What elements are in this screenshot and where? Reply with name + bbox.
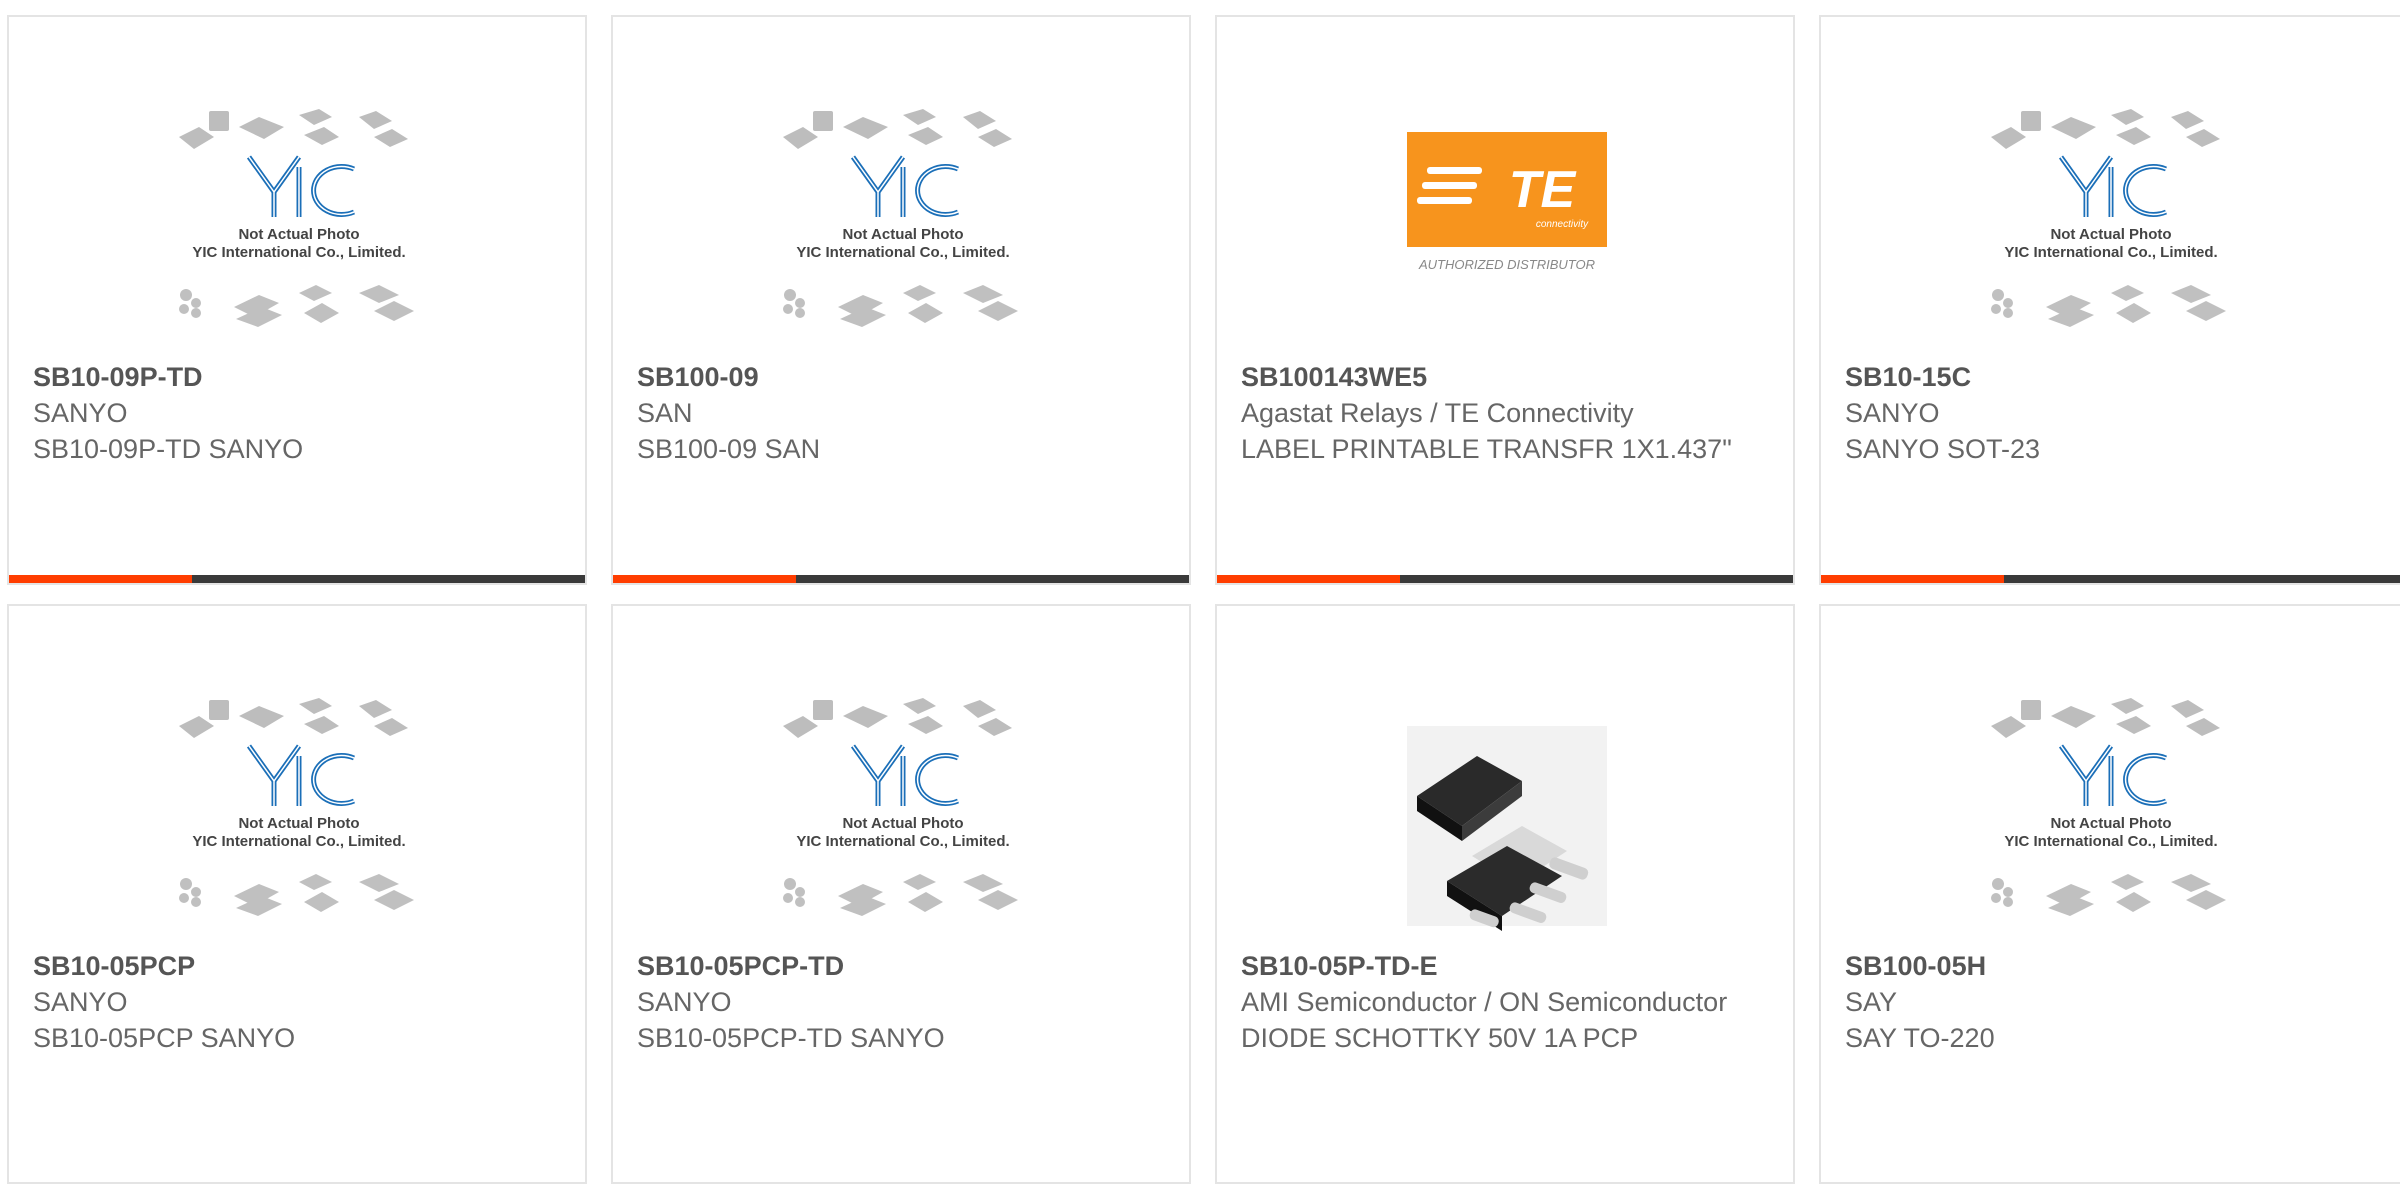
svg-text:YIC International Co., Limited: YIC International Co., Limited. bbox=[796, 244, 1009, 261]
product-description: DIODE SCHOTTKY 50V 1A PCP bbox=[1241, 1023, 1639, 1053]
product-part-number-link[interactable]: SB100143WE5 bbox=[1241, 359, 1781, 395]
product-description: SAY TO-220 bbox=[1845, 1023, 1995, 1053]
product-manufacturer: SANYO bbox=[1845, 398, 1940, 428]
card-bottom-bar bbox=[1217, 575, 1793, 583]
product-image[interactable]: Not Actual Photo YIC International Co., … bbox=[164, 686, 434, 956]
placeholder-photo: Not Actual Photo YIC International Co., … bbox=[179, 109, 414, 327]
product-image[interactable]: Not Actual Photo YIC International Co., … bbox=[164, 97, 434, 367]
card-accent-bar bbox=[1821, 575, 2004, 583]
product-card[interactable]: Not Actual Photo YIC International Co., … bbox=[611, 15, 1191, 585]
card-accent-bar bbox=[613, 575, 796, 583]
sot89-chip-photo bbox=[1407, 726, 1607, 931]
product-description: SB10-05PCP-TD SANYO bbox=[637, 1023, 945, 1053]
svg-text:Not Actual Photo: Not Actual Photo bbox=[842, 226, 963, 243]
product-image[interactable]: Not Actual Photo YIC International Co., … bbox=[768, 97, 1038, 367]
product-image[interactable] bbox=[1372, 686, 1642, 956]
card-bottom-bar bbox=[1821, 575, 2400, 583]
product-description: SB10-09P-TD SANYO bbox=[33, 434, 304, 464]
card-accent-bar bbox=[9, 575, 192, 583]
svg-text:Not Actual Photo: Not Actual Photo bbox=[238, 815, 359, 832]
product-manufacturer: SANYO bbox=[33, 398, 128, 428]
product-manufacturer: AMI Semiconductor / ON Semiconductor bbox=[1241, 987, 1728, 1017]
product-manufacturer: SANYO bbox=[637, 987, 732, 1017]
svg-text:YIC International Co., Limited: YIC International Co., Limited. bbox=[796, 833, 1009, 850]
svg-text:Not Actual Photo: Not Actual Photo bbox=[238, 226, 359, 243]
product-manufacturer: Agastat Relays / TE Connectivity bbox=[1241, 398, 1634, 428]
svg-text:connectivity: connectivity bbox=[1536, 219, 1589, 230]
svg-text:AUTHORIZED DISTRIBUTOR: AUTHORIZED DISTRIBUTOR bbox=[1418, 257, 1595, 272]
product-manufacturer: SANYO bbox=[33, 987, 128, 1017]
placeholder-photo: Not Actual Photo YIC International Co., … bbox=[179, 698, 414, 916]
te-connectivity-logo: TE connectivity AUTHORIZED DISTRIBUTOR bbox=[1407, 132, 1607, 272]
svg-text:YIC International Co., Limited: YIC International Co., Limited. bbox=[2004, 244, 2217, 261]
product-image[interactable]: Not Actual Photo YIC International Co., … bbox=[1976, 686, 2246, 956]
card-accent-bar bbox=[1217, 575, 1400, 583]
product-description: SB10-05PCP SANYO bbox=[33, 1023, 296, 1053]
svg-text:TE: TE bbox=[1509, 161, 1577, 219]
svg-text:YIC International Co., Limited: YIC International Co., Limited. bbox=[192, 833, 405, 850]
product-description: SB100-09 SAN bbox=[637, 434, 821, 464]
product-part-number-link[interactable]: SB100-09 bbox=[637, 359, 1177, 395]
card-bottom-bar bbox=[9, 575, 585, 583]
product-card[interactable]: Not Actual Photo YIC International Co., … bbox=[1819, 604, 2400, 1184]
placeholder-photo: Not Actual Photo YIC International Co., … bbox=[783, 698, 1018, 916]
product-manufacturer: SAY bbox=[1845, 987, 1898, 1017]
svg-text:YIC International Co., Limited: YIC International Co., Limited. bbox=[2004, 833, 2217, 850]
svg-text:Not Actual Photo: Not Actual Photo bbox=[842, 815, 963, 832]
product-card[interactable]: SB10-05P-TD-E AMI Semiconductor / ON Sem… bbox=[1215, 604, 1795, 1184]
product-image[interactable]: Not Actual Photo YIC International Co., … bbox=[1976, 97, 2246, 367]
product-part-number-link[interactable]: SB10-15C bbox=[1845, 359, 2385, 395]
svg-text:YIC International Co., Limited: YIC International Co., Limited. bbox=[192, 244, 405, 261]
product-image[interactable]: TE connectivity AUTHORIZED DISTRIBUTOR bbox=[1372, 97, 1642, 367]
product-manufacturer: SAN bbox=[637, 398, 693, 428]
product-part-number-link[interactable]: SB100-05H bbox=[1845, 948, 2385, 984]
product-description: LABEL PRINTABLE TRANSFR 1X1.437" bbox=[1241, 434, 1732, 464]
product-part-number-link[interactable]: SB10-05PCP-TD bbox=[637, 948, 1177, 984]
product-image[interactable]: Not Actual Photo YIC International Co., … bbox=[768, 686, 1038, 956]
product-part-number-link[interactable]: SB10-05P-TD-E bbox=[1241, 948, 1781, 984]
product-card[interactable]: Not Actual Photo YIC International Co., … bbox=[1819, 15, 2400, 585]
placeholder-photo: Not Actual Photo YIC International Co., … bbox=[1991, 698, 2226, 916]
svg-text:Not Actual Photo: Not Actual Photo bbox=[2050, 226, 2171, 243]
svg-text:Not Actual Photo: Not Actual Photo bbox=[2050, 815, 2171, 832]
product-card[interactable]: Not Actual Photo YIC International Co., … bbox=[7, 604, 587, 1184]
product-card[interactable]: TE connectivity AUTHORIZED DISTRIBUTOR S… bbox=[1215, 15, 1795, 585]
product-card[interactable]: Not Actual Photo YIC International Co., … bbox=[7, 15, 587, 585]
product-part-number-link[interactable]: SB10-05PCP bbox=[33, 948, 573, 984]
placeholder-photo: Not Actual Photo YIC International Co., … bbox=[1991, 109, 2226, 327]
product-part-number-link[interactable]: SB10-09P-TD bbox=[33, 359, 573, 395]
placeholder-photo: Not Actual Photo YIC International Co., … bbox=[783, 109, 1018, 327]
product-description: SANYO SOT-23 bbox=[1845, 434, 2041, 464]
card-bottom-bar bbox=[613, 575, 1189, 583]
product-card[interactable]: Not Actual Photo YIC International Co., … bbox=[611, 604, 1191, 1184]
